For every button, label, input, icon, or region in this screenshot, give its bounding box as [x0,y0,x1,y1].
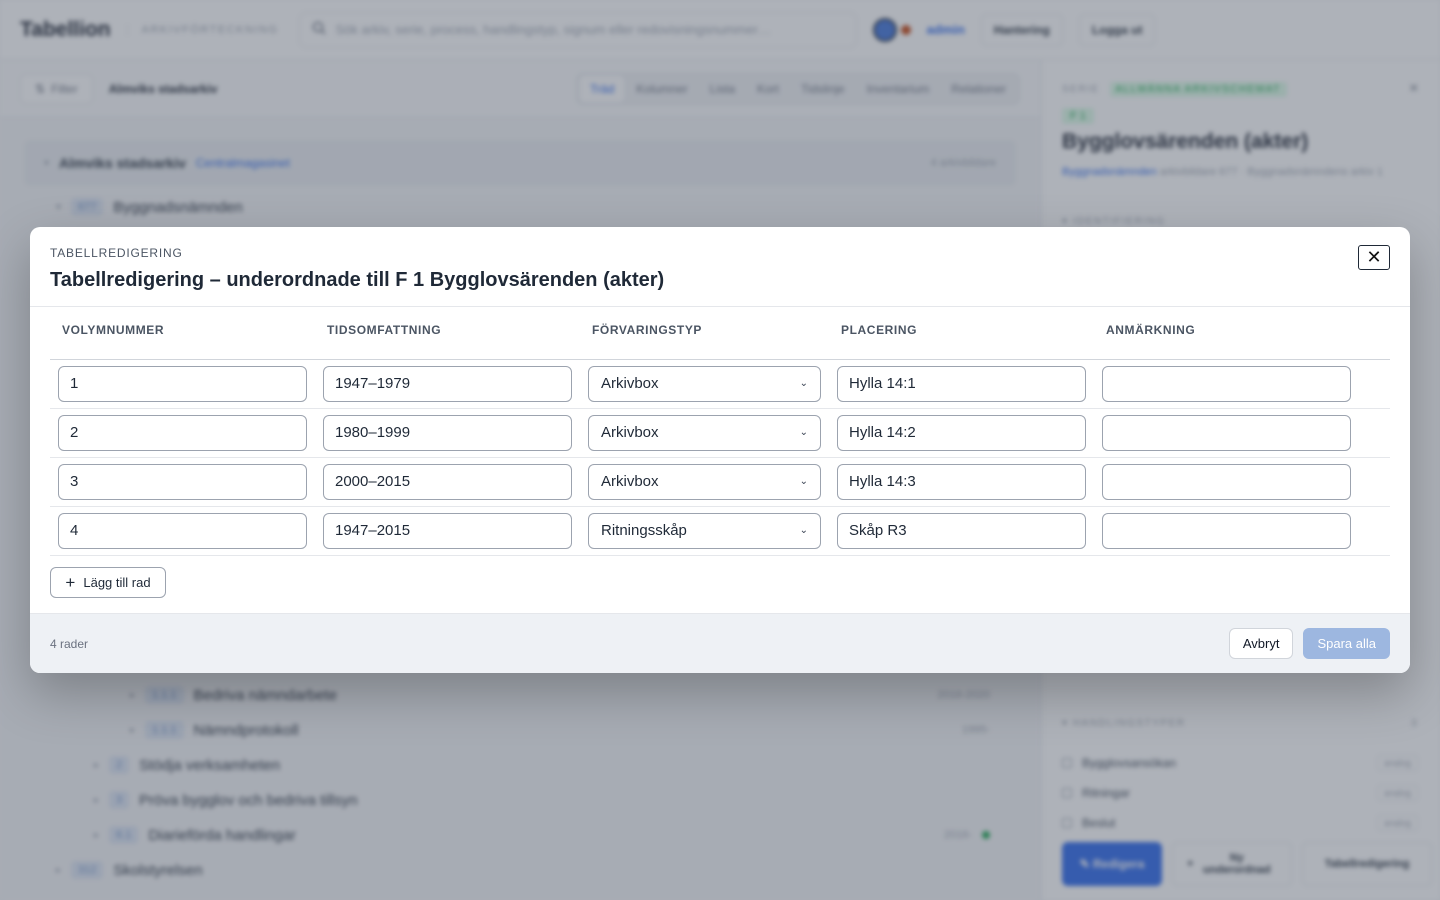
volume-number-input[interactable]: 1 [58,365,307,402]
plus-icon: + [65,572,76,592]
volume-number-input[interactable]: 4 [58,512,307,549]
table-edit-dialog: TABELLREDIGERING Tabellredigering – unde… [30,227,1410,673]
volume-number-input[interactable]: 3 [58,463,307,500]
table-row: 4 1947–2015 Ritningsskåp ⌄ Skåp R3 [50,506,1390,556]
dialog-kicker: TABELLREDIGERING [50,246,183,260]
chevron-down-icon: ⌄ [799,378,808,389]
close-button[interactable]: ✕ [1358,245,1390,270]
remark-input[interactable] [1102,512,1351,549]
column-header: FÖRVARINGSTYP [580,307,829,360]
cancel-button[interactable]: Avbryt [1228,628,1294,659]
placement-input[interactable]: Skåp R3 [837,512,1086,549]
dialog-body: VOLYMNUMMER TIDSOMFATTNING FÖRVARINGSTYP… [30,307,1410,598]
time-span-input[interactable]: 1947–2015 [323,512,572,549]
remark-input[interactable] [1102,414,1351,451]
time-span-input[interactable]: 1980–1999 [323,414,572,451]
save-all-button[interactable]: Spara alla [1303,628,1390,659]
row-count: 4 rader [50,636,89,651]
edit-table: VOLYMNUMMER TIDSOMFATTNING FÖRVARINGSTYP… [50,307,1390,556]
dialog-title: Tabellredigering – underordnade till F 1… [50,269,665,291]
storage-type-select[interactable]: Arkivbox ⌄ [588,463,821,500]
chevron-down-icon: ⌄ [799,525,808,536]
column-header: TIDSOMFATTNING [315,307,580,360]
table-row: 2 1980–1999 Arkivbox ⌄ Hylla 14:2 [50,408,1390,458]
dialog-header: TABELLREDIGERING Tabellredigering – unde… [30,227,1410,307]
table-row: 1 1947–1979 Arkivbox ⌄ Hylla 14:1 [50,359,1390,409]
chevron-down-icon: ⌄ [799,476,808,487]
time-span-input[interactable]: 1947–1979 [323,365,572,402]
table-row: 3 2000–2015 Arkivbox ⌄ Hylla 14:3 [50,457,1390,507]
placement-input[interactable]: Hylla 14:3 [837,463,1086,500]
chevron-down-icon: ⌄ [799,427,808,438]
remark-input[interactable] [1102,365,1351,402]
storage-type-select[interactable]: Arkivbox ⌄ [588,365,821,402]
table-header-row: VOLYMNUMMER TIDSOMFATTNING FÖRVARINGSTYP… [50,307,1390,360]
volume-number-input[interactable]: 2 [58,414,307,451]
column-header: PLACERING [829,307,1094,360]
placement-input[interactable]: Hylla 14:2 [837,414,1086,451]
dialog-footer: 4 rader Avbryt Spara alla [30,613,1410,673]
column-header: ANMÄRKNING [1094,307,1390,360]
add-row-button[interactable]: + Lägg till rad [50,566,166,598]
close-icon: ✕ [1366,247,1382,267]
storage-type-select[interactable]: Arkivbox ⌄ [588,414,821,451]
placement-input[interactable]: Hylla 14:1 [837,365,1086,402]
time-span-input[interactable]: 2000–2015 [323,463,572,500]
remark-input[interactable] [1102,463,1351,500]
column-header: VOLYMNUMMER [50,307,315,360]
storage-type-select[interactable]: Ritningsskåp ⌄ [588,512,821,549]
